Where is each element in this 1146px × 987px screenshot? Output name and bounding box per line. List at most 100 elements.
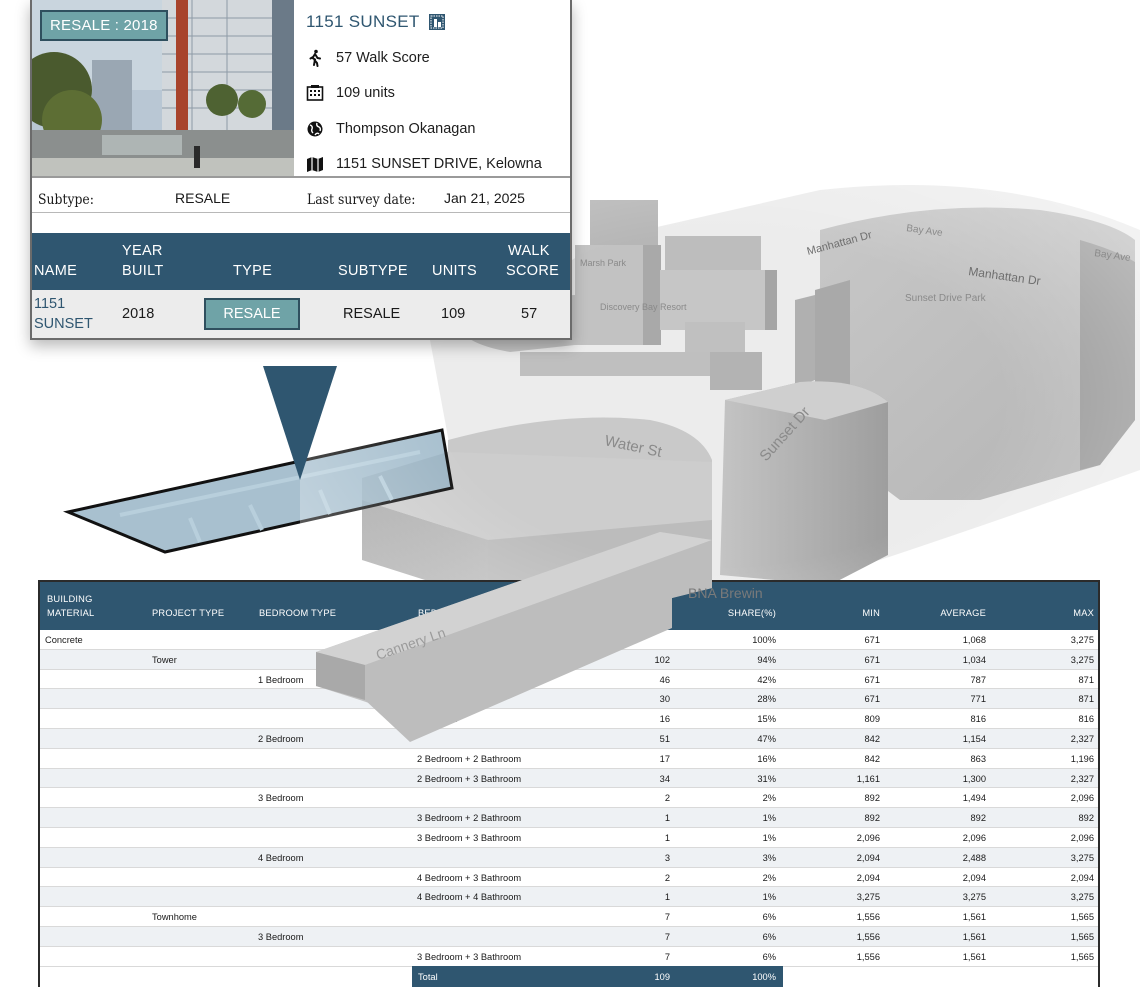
header-bedroom-type[interactable]: BEDROOM TYPE: [259, 608, 336, 618]
cell-max: 871: [1078, 674, 1094, 685]
cell-c4: 4 Bedroom + 3 Bathroom: [417, 872, 522, 883]
table-row: Townhome 7 6% 1,556 1,561 1,565: [40, 907, 1098, 927]
cell-share: 6%: [762, 912, 776, 923]
cell-min: 2,094: [856, 872, 880, 883]
mini-header-year-2: BUILT: [122, 263, 164, 279]
cell-max: 2,327: [1070, 734, 1094, 744]
cell-min: 2,094: [856, 852, 880, 863]
cell-min: 1,161: [856, 773, 880, 784]
mini-header-subtype: SUBTYPE: [338, 263, 408, 279]
cell-units: 1: [664, 833, 670, 843]
subtype-value: RESALE: [175, 190, 231, 206]
summary-table-row: 1151 SUNSET 2018 RESALE RESALE 109 57: [32, 290, 570, 338]
cell-avg: 1,034: [962, 654, 986, 665]
cell-share: 100%: [752, 635, 776, 645]
cell-units: 34: [659, 773, 670, 784]
cell-c4: 4 Bedroom + 4 Bathroom: [417, 892, 522, 903]
cell-avg: 2,094: [962, 872, 986, 883]
cell-share: 2%: [762, 793, 776, 804]
cell-share: 1%: [762, 892, 776, 903]
building-name[interactable]: 1151 SUNSET: [306, 12, 420, 32]
table-row: 3 Bedroom 2 2% 892 1,494 2,096: [40, 788, 1098, 809]
building-summary: 1151 SUNSET 57 Walk Score 109 units Thom…: [306, 10, 566, 182]
cell-avg: 892: [970, 813, 986, 824]
apartment-icon: [306, 85, 324, 102]
cell-c4: Bathroom: [417, 714, 458, 725]
cell-c3: 3 Bedroom: [258, 793, 304, 804]
header-average[interactable]: AVERAGE: [906, 608, 986, 618]
subtype-label: Subtype:: [38, 192, 94, 208]
cell-c4: 2 Bedroom + 2 Bathroom: [417, 753, 522, 764]
survey-date-value: Jan 21, 2025: [444, 190, 525, 206]
cell-c1: Concrete: [45, 635, 83, 645]
cell-avg: 1,561: [962, 951, 986, 962]
mini-row-name-2[interactable]: SUNSET: [34, 314, 93, 334]
mini-row-year: 2018: [122, 306, 155, 322]
survey-date-label: Last survey date:: [307, 192, 416, 208]
cell-units: 2: [664, 872, 670, 883]
address-text: 1151 SUNSET DRIVE, Kelowna: [336, 156, 542, 173]
cell-avg: 1,300: [962, 773, 986, 784]
building-name-row: 1151 SUNSET: [306, 10, 566, 34]
cell-max: 3,275: [1070, 654, 1094, 665]
cell-max: 816: [1078, 714, 1094, 725]
table-row: 2 Bedroom + 2 Bathroom 17 16% 842 863 1,196: [40, 749, 1098, 769]
cell-share: 16%: [757, 753, 776, 764]
walk-icon: [309, 49, 321, 67]
mini-row-name-1[interactable]: 1151: [34, 294, 65, 314]
cell-units: 1: [664, 813, 670, 824]
cell-avg: 771: [970, 694, 986, 705]
cell-c4: 3 Bedroom + 3 Bathroom: [417, 951, 522, 962]
cell-c3: 2 Bedroom: [258, 734, 304, 744]
cell-max: 1,565: [1070, 951, 1094, 962]
cell-max: 2,096: [1070, 793, 1094, 804]
header-min[interactable]: MIN: [800, 608, 880, 618]
cell-share: 6%: [762, 951, 776, 962]
cell-max: 2,096: [1070, 833, 1094, 843]
table-row: 4 Bedroom + 3 Bathroom 2 2% 2,094 2,094 2,094: [40, 868, 1098, 888]
cell-units: 16: [659, 714, 670, 725]
cell-max: 871: [1078, 694, 1094, 705]
cell-c4: 2 Bedroom + 3 Bathroom: [417, 773, 522, 784]
cell-share: 3%: [762, 852, 776, 863]
cell-avg: 1,068: [962, 635, 986, 645]
table-row: 3 Bedroom + 3 Bathroom 1 1% 2,096 2,096 2,096: [40, 828, 1098, 848]
cell-share: 1%: [762, 833, 776, 843]
cell-share: 42%: [757, 674, 776, 685]
cell-c4: 3 Bedroom + 3 Bathroom: [417, 833, 522, 843]
cell-min: 1,556: [856, 912, 880, 923]
table-row: 3 Bedroom + 2 Bathroom 1 1% 892 892 892: [40, 808, 1098, 828]
mini-header-units: UNITS: [432, 263, 477, 279]
cell-avg: 1,154: [962, 734, 986, 744]
cell-min: 671: [864, 635, 880, 645]
mini-row-type-badge[interactable]: RESALE: [204, 298, 300, 330]
units-text: 109 units: [336, 85, 395, 102]
cell-units: 2: [664, 793, 670, 804]
cell-avg: 863: [970, 753, 986, 764]
cell-share: 15%: [757, 714, 776, 725]
header-material-line1: BUILDING: [47, 594, 93, 604]
cell-max: 3,275: [1070, 635, 1094, 645]
cell-min: 1,556: [856, 932, 880, 942]
cell-avg: 787: [970, 674, 986, 685]
summary-table-header: NAME YEAR BUILT TYPE SUBTYPE UNITS WALK …: [32, 233, 570, 290]
cell-share: 94%: [757, 654, 776, 665]
header-share[interactable]: SHARE(%): [700, 608, 776, 618]
cell-min: 671: [864, 694, 880, 705]
header-max[interactable]: MAX: [1014, 608, 1094, 618]
table-footer-total: Total 109 100%: [412, 966, 783, 987]
table-row: 2 Bedroom 51 47% 842 1,154 2,327: [40, 729, 1098, 749]
table-header: BUILDING MATERIAL PROJECT TYPE BEDROOM T…: [40, 582, 1098, 630]
footer-total-share: 100%: [752, 972, 776, 982]
cell-c3: 4 Bedroom: [258, 852, 304, 863]
cell-units: 7: [664, 912, 670, 923]
header-project-type[interactable]: PROJECT TYPE: [152, 608, 224, 618]
cell-units: 51: [659, 734, 670, 744]
cell-share: 2%: [762, 872, 776, 883]
table-row: 1 Bedroom 46 42% 671 787 871: [40, 670, 1098, 690]
cell-max: 892: [1078, 813, 1094, 824]
building-list-icon[interactable]: [428, 13, 446, 31]
cell-units: 30: [659, 694, 670, 705]
header-bed-bath[interactable]: BEDR: [418, 608, 445, 618]
cell-min: 809: [864, 714, 880, 725]
